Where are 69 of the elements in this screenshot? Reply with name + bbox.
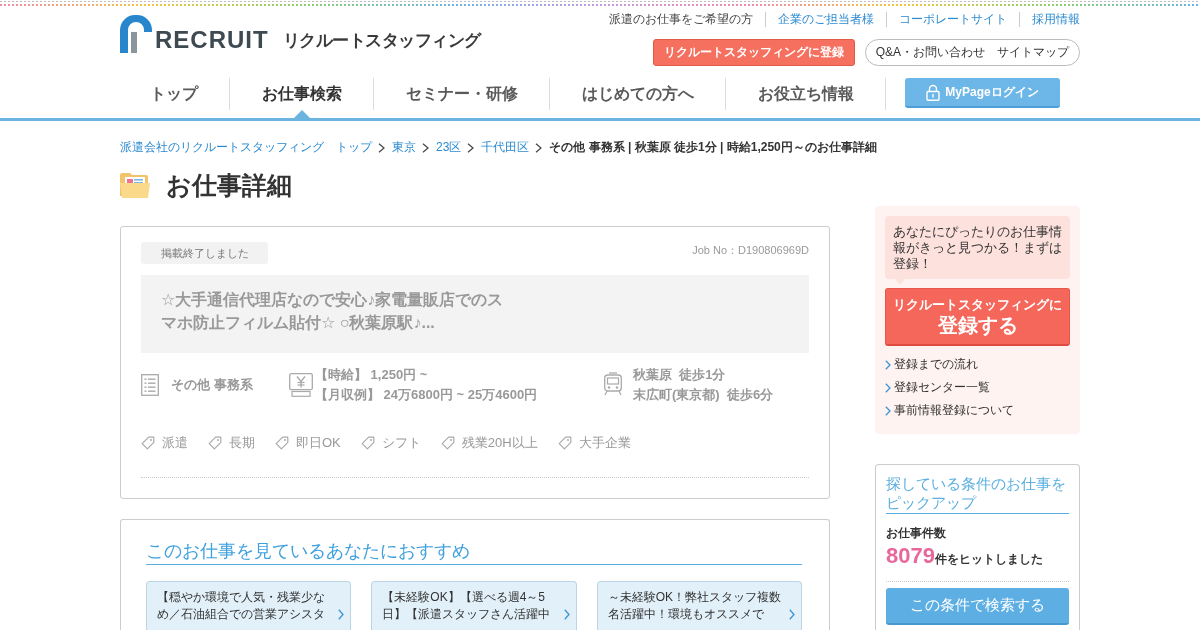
- document-list-icon: [141, 374, 159, 396]
- chevron-right-icon: [885, 382, 891, 393]
- breadcrumb-current: その他 事務系 | 秋葉原 徒歩1分 | 時給1,250円～のお仕事詳細: [549, 140, 877, 155]
- tag-label: 大手企業: [578, 435, 631, 451]
- tab-pointer-icon: [294, 110, 310, 118]
- nav-tab[interactable]: トップ: [120, 78, 230, 118]
- header-link[interactable]: サイトマップ: [997, 44, 1069, 61]
- breadcrumb-link[interactable]: 東京: [392, 140, 416, 155]
- job-info-line: その他 事務系: [171, 376, 253, 394]
- register-info-link[interactable]: 事前情報登録について: [885, 399, 1070, 422]
- tag-icon: [141, 436, 155, 450]
- chevron-right-icon: [378, 142, 385, 153]
- chevron-right-icon: [789, 609, 795, 620]
- chevron-right-icon: [563, 609, 570, 620]
- logo-emblem-icon[interactable]: [120, 15, 152, 53]
- job-info-line: 【月収例】 24万6800円 ~ 25万4600円: [315, 386, 538, 404]
- breadcrumb-link[interactable]: 23区: [436, 140, 462, 155]
- logo-company-name[interactable]: リクルートスタッフィング: [282, 31, 481, 51]
- job-info-line: 秋葉原 徒歩1分: [633, 366, 727, 384]
- job-number: Job No：D190806969D: [692, 243, 809, 258]
- section-heading: このお仕事を見ているあなたにおすすめ: [146, 540, 802, 565]
- register-info-link[interactable]: 登録までの流れ: [885, 353, 1070, 376]
- nav-tab[interactable]: お仕事検索: [230, 78, 374, 118]
- tag-icon: [440, 436, 455, 450]
- page-title: お仕事詳細: [166, 170, 292, 200]
- job-info-line: 末広町(東京都) 徒歩6分: [633, 386, 774, 404]
- chevron-right-icon: [422, 142, 429, 153]
- chevron-right-icon: [467, 142, 475, 153]
- tag-icon: [208, 436, 222, 450]
- count-suffix: 件をヒットしました: [934, 552, 1043, 568]
- chevron-right-icon: [885, 405, 891, 416]
- recommended-job-link[interactable]: 【未経験OK】【選べる週4～5日】【派遣スタッフさん活躍中: [371, 581, 577, 630]
- recommended-job-link[interactable]: 【穏やか環境で人気・残業少なめ／石油組合での営業アシスタ: [146, 581, 352, 630]
- tag-icon: [275, 436, 289, 450]
- tag-label: 派遣: [162, 435, 188, 451]
- chevron-right-icon: [338, 609, 345, 620]
- tag-label: シフト: [381, 435, 421, 451]
- nav-tab[interactable]: セミナー・研修: [374, 78, 550, 118]
- header-link[interactable]: 採用情報: [1019, 12, 1080, 27]
- job-info-line: 【時給】 1,250円 ~: [315, 366, 429, 384]
- header-link[interactable]: 派遣のお仕事をご希望の方: [597, 12, 765, 27]
- yen-icon: [289, 373, 313, 397]
- chevron-right-icon: [535, 142, 543, 153]
- job-count: 8079: [886, 543, 935, 569]
- chevron-right-icon: [885, 359, 891, 370]
- recommended-job-link[interactable]: ～未経験OK！弊社スタッフ複数名活躍中！環境もオススメで: [596, 581, 802, 630]
- breadcrumb-link[interactable]: トップ: [336, 140, 372, 155]
- pickup-heading: 探している条件のお仕事をピックアップ: [886, 474, 1069, 514]
- tag-label: 長期: [229, 435, 255, 451]
- breadcrumb-link[interactable]: 派遣会社のリクルートスタッフィング: [120, 140, 324, 155]
- speech-bubble: あなたにぴったりのお仕事情報がきっと見つかる！まずは登録！: [885, 216, 1070, 279]
- tag-label: 即日OK: [296, 435, 341, 451]
- count-label: お仕事件数: [886, 525, 947, 541]
- train-icon: [603, 372, 623, 396]
- lock-icon: [926, 83, 941, 101]
- status-badge: 掲載終了しました: [141, 242, 268, 264]
- job-title: ☆大手通信代理店なので安心♪家電量販店でのスマホ防止フィルム貼付☆ ○秋葉原駅♪...: [161, 290, 505, 333]
- header-link[interactable]: 企業のご担当者様: [765, 12, 886, 27]
- header-link[interactable]: Q&A・お問い合わせ: [875, 44, 985, 61]
- register-info-link[interactable]: 登録センター一覧: [885, 376, 1070, 399]
- tag-label: 残業20H以上: [461, 435, 538, 451]
- folder-icon: [120, 172, 150, 198]
- tag-icon: [360, 436, 375, 450]
- logo-wordmark[interactable]: RECRUIT: [155, 28, 269, 52]
- nav-tab[interactable]: お役立ち情報: [726, 78, 886, 118]
- breadcrumb-link[interactable]: 千代田区: [481, 140, 530, 155]
- nav-tab[interactable]: はじめての方へ: [550, 78, 726, 118]
- tag-icon: [557, 436, 572, 450]
- header-link[interactable]: コーポレートサイト: [886, 12, 1019, 27]
